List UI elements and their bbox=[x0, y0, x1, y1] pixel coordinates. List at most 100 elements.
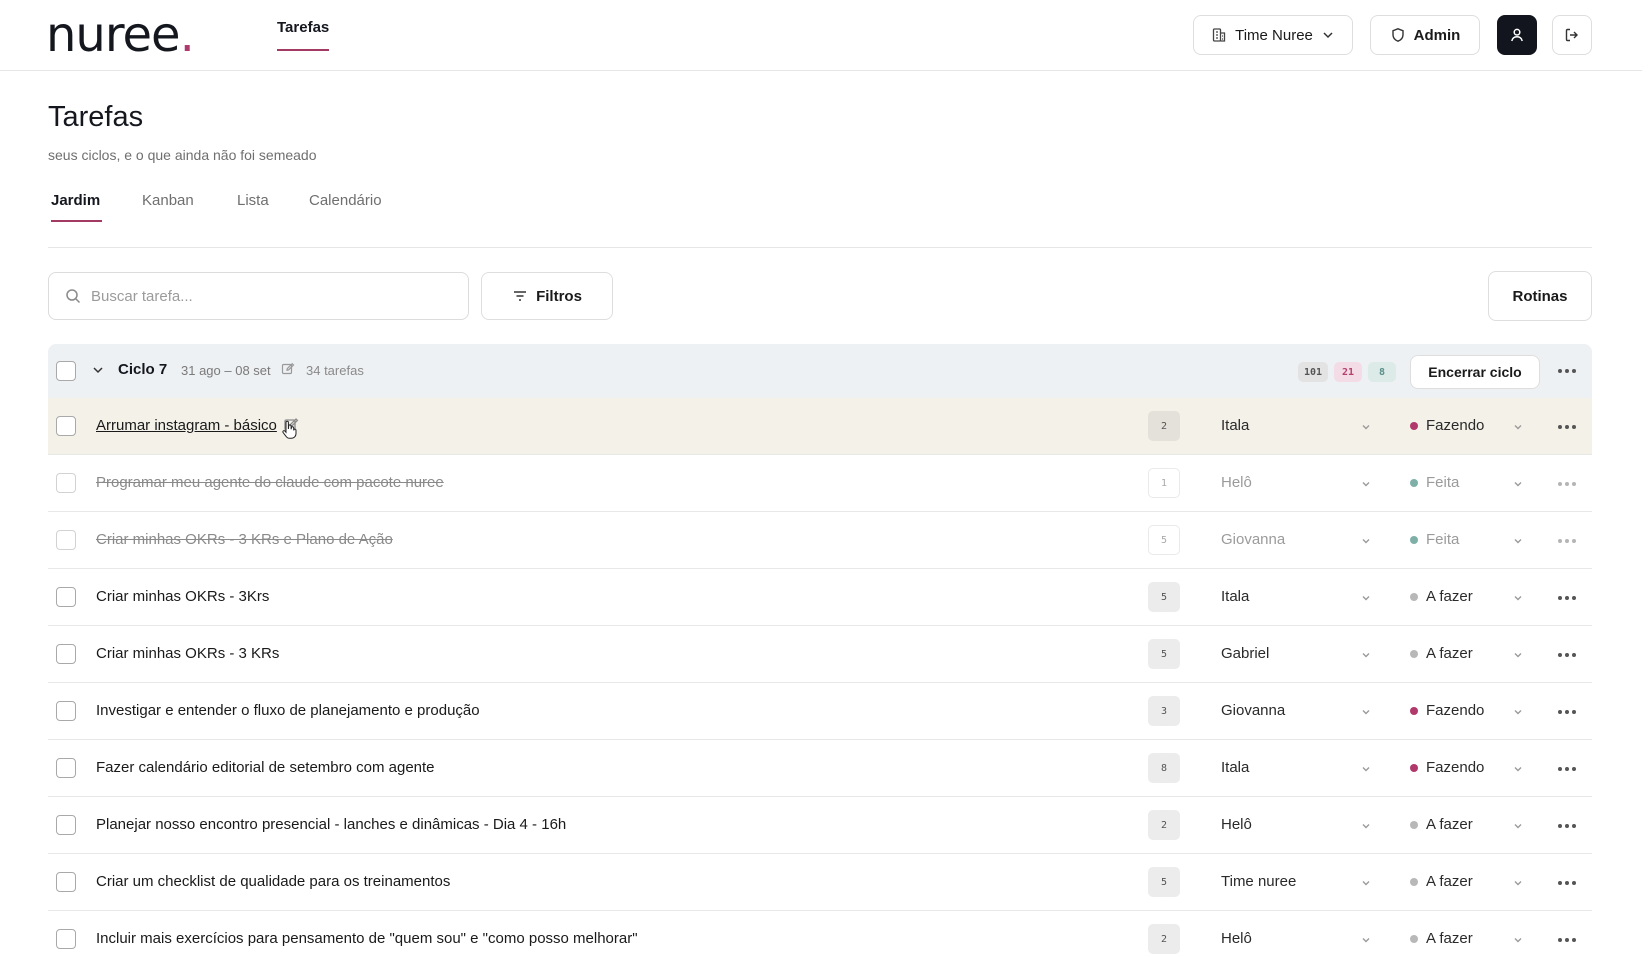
task-more-icon[interactable] bbox=[1558, 537, 1578, 545]
logout-button[interactable] bbox=[1552, 15, 1592, 55]
status-chevron-down-icon[interactable] bbox=[1512, 478, 1524, 490]
task-more-icon[interactable] bbox=[1558, 879, 1578, 887]
task-checkbox[interactable] bbox=[56, 815, 76, 835]
task-assignee[interactable]: Gabriel bbox=[1221, 645, 1269, 662]
task-checkbox[interactable] bbox=[56, 473, 76, 493]
task-row[interactable]: Incluir mais exercícios para pensamento … bbox=[48, 911, 1592, 958]
task-assignee[interactable]: Helô bbox=[1221, 930, 1252, 947]
tab-calendario[interactable]: Calendário bbox=[309, 192, 382, 209]
collapse-chevron-icon[interactable] bbox=[90, 362, 106, 378]
task-row[interactable]: Criar um checklist de qualidade para os … bbox=[48, 854, 1592, 911]
status-chevron-down-icon[interactable] bbox=[1512, 763, 1524, 775]
assignee-chevron-down-icon[interactable] bbox=[1360, 649, 1372, 661]
edit-cycle-icon[interactable] bbox=[281, 362, 295, 376]
status-chevron-down-icon[interactable] bbox=[1512, 649, 1524, 661]
assignee-chevron-down-icon[interactable] bbox=[1360, 934, 1372, 946]
task-status[interactable]: Feita bbox=[1410, 474, 1459, 491]
task-title[interactable]: Criar minhas OKRs - 3 KRs e Plano de Açã… bbox=[96, 531, 393, 548]
status-chevron-down-icon[interactable] bbox=[1512, 934, 1524, 946]
task-checkbox[interactable] bbox=[56, 530, 76, 550]
task-more-icon[interactable] bbox=[1558, 936, 1578, 944]
task-more-icon[interactable] bbox=[1558, 651, 1578, 659]
task-assignee[interactable]: Giovanna bbox=[1221, 531, 1285, 548]
task-title[interactable]: Incluir mais exercícios para pensamento … bbox=[96, 930, 638, 947]
status-chevron-down-icon[interactable] bbox=[1512, 421, 1524, 433]
task-assignee[interactable]: Itala bbox=[1221, 759, 1249, 776]
task-row[interactable]: Investigar e entender o fluxo de planeja… bbox=[48, 683, 1592, 740]
status-chevron-down-icon[interactable] bbox=[1512, 706, 1524, 718]
task-assignee[interactable]: Itala bbox=[1221, 588, 1249, 605]
task-assignee[interactable]: Time nuree bbox=[1221, 873, 1296, 890]
task-row[interactable]: Planejar nosso encontro presencial - lan… bbox=[48, 797, 1592, 854]
task-checkbox[interactable] bbox=[56, 758, 76, 778]
task-more-icon[interactable] bbox=[1558, 765, 1578, 773]
status-chevron-down-icon[interactable] bbox=[1512, 592, 1524, 604]
task-more-icon[interactable] bbox=[1558, 708, 1578, 716]
task-assignee[interactable]: Helô bbox=[1221, 816, 1252, 833]
search-input[interactable] bbox=[91, 287, 451, 305]
task-status[interactable]: Feita bbox=[1410, 531, 1459, 548]
end-cycle-button[interactable]: Encerrar ciclo bbox=[1410, 355, 1540, 389]
task-assignee[interactable]: Itala bbox=[1221, 417, 1249, 434]
tab-kanban[interactable]: Kanban bbox=[142, 192, 194, 209]
assignee-chevron-down-icon[interactable] bbox=[1360, 820, 1372, 832]
task-status[interactable]: A fazer bbox=[1410, 873, 1473, 890]
task-status[interactable]: A fazer bbox=[1410, 930, 1473, 947]
task-row[interactable]: Criar minhas OKRs - 3Krs 5 Itala A fazer bbox=[48, 569, 1592, 626]
task-status[interactable]: Fazendo bbox=[1410, 417, 1484, 434]
nav-tab-tarefas[interactable]: Tarefas bbox=[277, 19, 329, 46]
routines-button[interactable]: Rotinas bbox=[1488, 271, 1592, 321]
task-row[interactable]: Arrumar instagram - básico 2 Itala Fazendo bbox=[48, 398, 1592, 455]
status-label: Fazendo bbox=[1426, 759, 1485, 776]
assignee-chevron-down-icon[interactable] bbox=[1360, 763, 1372, 775]
task-title[interactable]: Fazer calendário editorial de setembro c… bbox=[96, 759, 435, 776]
task-assignee[interactable]: Giovanna bbox=[1221, 702, 1285, 719]
task-checkbox[interactable] bbox=[56, 587, 76, 607]
task-status[interactable]: A fazer bbox=[1410, 645, 1473, 662]
task-title[interactable]: Arrumar instagram - básico bbox=[96, 417, 277, 434]
assignee-chevron-down-icon[interactable] bbox=[1360, 478, 1372, 490]
admin-button[interactable]: Admin bbox=[1370, 15, 1480, 55]
user-profile-button[interactable] bbox=[1497, 15, 1537, 55]
task-title[interactable]: Investigar e entender o fluxo de planeja… bbox=[96, 702, 480, 719]
nuree-logo[interactable]: nuree. bbox=[46, 8, 195, 62]
task-title[interactable]: Criar minhas OKRs - 3Krs bbox=[96, 588, 269, 605]
task-title[interactable]: Criar minhas OKRs - 3 KRs bbox=[96, 645, 279, 662]
tab-jardim[interactable]: Jardim bbox=[51, 192, 100, 209]
filters-button[interactable]: Filtros bbox=[481, 272, 613, 320]
task-title[interactable]: Criar um checklist de qualidade para os … bbox=[96, 873, 450, 890]
assignee-chevron-down-icon[interactable] bbox=[1360, 877, 1372, 889]
task-row[interactable]: Programar meu agente do claude com pacot… bbox=[48, 455, 1592, 512]
task-row[interactable]: Criar minhas OKRs - 3 KRs 5 Gabriel A fazer bbox=[48, 626, 1592, 683]
task-checkbox[interactable] bbox=[56, 872, 76, 892]
task-more-icon[interactable] bbox=[1558, 423, 1578, 431]
tab-lista[interactable]: Lista bbox=[237, 192, 269, 209]
task-checkbox[interactable] bbox=[56, 701, 76, 721]
task-status[interactable]: Fazendo bbox=[1410, 759, 1484, 776]
task-row[interactable]: Criar minhas OKRs - 3 KRs e Plano de Açã… bbox=[48, 512, 1592, 569]
assignee-chevron-down-icon[interactable] bbox=[1360, 535, 1372, 547]
task-more-icon[interactable] bbox=[1558, 822, 1578, 830]
assignee-chevron-down-icon[interactable] bbox=[1360, 421, 1372, 433]
status-chevron-down-icon[interactable] bbox=[1512, 820, 1524, 832]
status-chevron-down-icon[interactable] bbox=[1512, 535, 1524, 547]
task-title[interactable]: Programar meu agente do claude com pacot… bbox=[96, 474, 444, 491]
cycle-more-icon[interactable] bbox=[1558, 367, 1578, 375]
team-selector[interactable]: Time Nuree bbox=[1193, 15, 1353, 55]
status-chevron-down-icon[interactable] bbox=[1512, 877, 1524, 889]
assignee-chevron-down-icon[interactable] bbox=[1360, 706, 1372, 718]
task-status[interactable]: A fazer bbox=[1410, 588, 1473, 605]
task-status[interactable]: Fazendo bbox=[1410, 702, 1484, 719]
task-row[interactable]: Fazer calendário editorial de setembro c… bbox=[48, 740, 1592, 797]
cycle-select-checkbox[interactable] bbox=[56, 361, 76, 381]
task-more-icon[interactable] bbox=[1558, 480, 1578, 488]
task-assignee[interactable]: Helô bbox=[1221, 474, 1252, 491]
task-checkbox[interactable] bbox=[56, 929, 76, 949]
task-title[interactable]: Planejar nosso encontro presencial - lan… bbox=[96, 816, 566, 833]
task-checkbox[interactable] bbox=[56, 416, 76, 436]
assignee-chevron-down-icon[interactable] bbox=[1360, 592, 1372, 604]
task-checkbox[interactable] bbox=[56, 644, 76, 664]
task-more-icon[interactable] bbox=[1558, 594, 1578, 602]
task-status[interactable]: A fazer bbox=[1410, 816, 1473, 833]
filters-label: Filtros bbox=[536, 287, 582, 305]
